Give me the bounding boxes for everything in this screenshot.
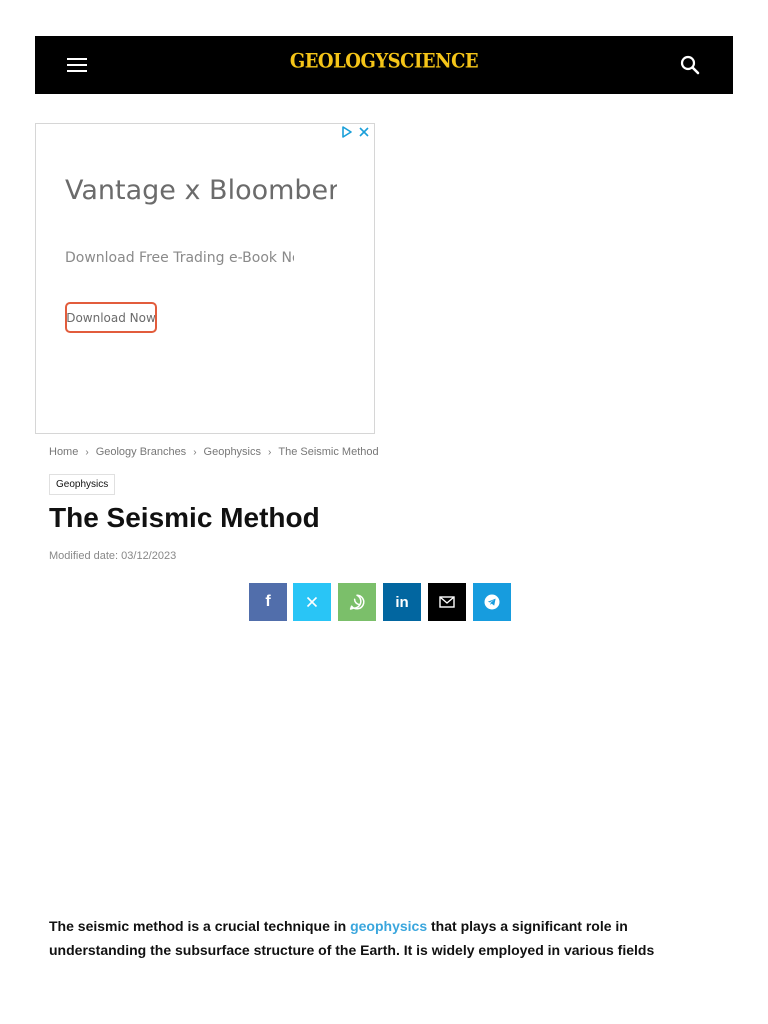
breadcrumb-geophysics[interactable]: Geophysics [204, 446, 261, 458]
email-icon [439, 596, 455, 608]
breadcrumb-home[interactable]: Home [49, 446, 78, 458]
modified-date: Modified date: 03/12/2023 [49, 550, 177, 562]
share-telegram-button[interactable] [473, 583, 511, 621]
share-linkedin-button[interactable]: in [383, 583, 421, 621]
x-icon [306, 596, 318, 608]
geophysics-link[interactable]: geophysics [350, 918, 427, 934]
advertisement[interactable]: Vantage x Bloomberg Media Studios Downlo… [35, 123, 375, 434]
close-icon[interactable] [357, 125, 371, 139]
chevron-right-icon: › [85, 446, 89, 458]
breadcrumb: Home › Geology Branches › Geophysics › T… [49, 446, 379, 458]
telegram-icon [484, 594, 500, 610]
ad-subtitle[interactable]: Download Free Trading e-Book Now [65, 250, 294, 266]
share-email-button[interactable] [428, 583, 466, 621]
share-x-button[interactable] [293, 583, 331, 621]
page-title: The Seismic Method [49, 502, 320, 533]
chevron-right-icon: › [193, 446, 197, 458]
whatsapp-icon [349, 594, 365, 610]
linkedin-icon: in [395, 593, 409, 611]
ad-title[interactable]: Vantage x Bloomberg Media Studios [65, 174, 337, 242]
share-facebook-button[interactable]: f [249, 583, 287, 621]
category-tag[interactable]: Geophysics [49, 474, 116, 495]
breadcrumb-geology-branches[interactable]: Geology Branches [96, 446, 187, 458]
chevron-right-icon: › [268, 446, 272, 458]
article-intro: The seismic method is a crucial techniqu… [49, 918, 655, 958]
facebook-icon: f [265, 593, 271, 610]
breadcrumb-current: The Seismic Method [278, 446, 379, 458]
share-whatsapp-button[interactable] [338, 583, 376, 621]
site-logo[interactable]: GEOLOGYSCIENCE [35, 50, 733, 73]
search-icon[interactable] [678, 53, 702, 77]
adchoices-icon[interactable] [340, 125, 354, 139]
site-header: GEOLOGYSCIENCE [35, 36, 733, 94]
ad-download-button[interactable]: Download Now [65, 302, 157, 333]
